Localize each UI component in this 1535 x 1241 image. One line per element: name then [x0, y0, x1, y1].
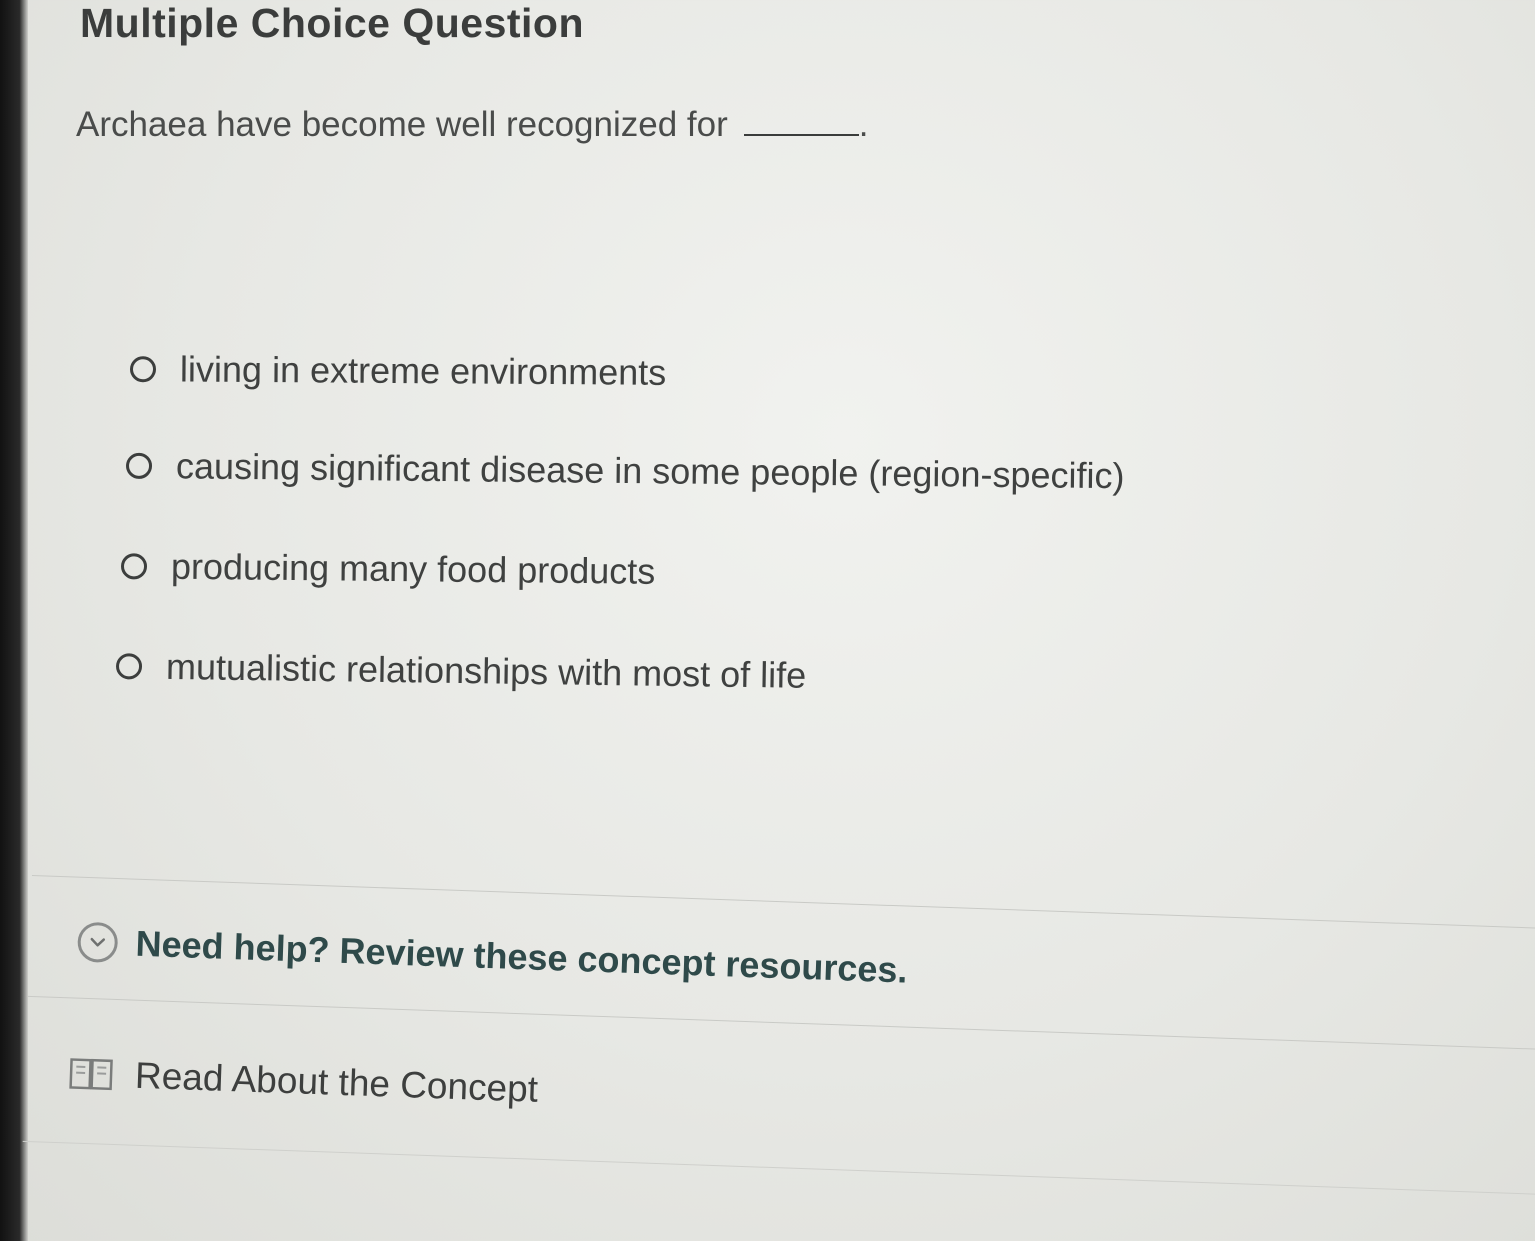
concept-resources-toggle-label: Need help? Review these concept resource… [134, 922, 909, 991]
answer-option[interactable]: living in extreme environments [129, 348, 667, 394]
answer-option-label: living in extreme environments [179, 348, 667, 393]
answer-option[interactable]: mutualistic relationships with most of l… [115, 645, 807, 697]
answer-option-label: producing many food products [170, 545, 656, 592]
concept-resources-panel: Need help? Review these concept resource… [22, 875, 1535, 1197]
answer-option-label: causing significant disease in some peop… [175, 445, 1125, 497]
radio-button[interactable] [120, 553, 148, 580]
concept-resources-toggle[interactable]: Need help? Review these concept resource… [77, 921, 908, 992]
question-prompt-end: . [858, 105, 869, 144]
radio-button[interactable] [115, 653, 143, 680]
chevron-down-icon[interactable] [77, 921, 119, 964]
radio-button[interactable] [129, 356, 157, 383]
concept-resources-header: Need help? Review these concept resource… [27, 875, 1535, 1052]
read-about-concept-link[interactable]: Read About the Concept [68, 1052, 539, 1110]
answer-option[interactable]: producing many food products [120, 545, 656, 593]
book-icon [69, 1056, 114, 1092]
question-prompt: Archaea have become well recognized for. [76, 105, 869, 145]
radio-button[interactable] [125, 452, 153, 480]
answer-option-label: mutualistic relationships with most of l… [165, 645, 807, 696]
screen-bezel-edge [0, 0, 28, 1241]
fill-in-blank [743, 133, 859, 136]
question-heading: Multiple Choice Question [80, 0, 585, 46]
question-prompt-text: Archaea have become well recognized for [76, 105, 728, 144]
read-about-concept-label: Read About the Concept [134, 1054, 539, 1110]
answer-option[interactable]: causing significant disease in some peop… [125, 445, 1125, 497]
panel-divider [22, 1140, 1535, 1197]
